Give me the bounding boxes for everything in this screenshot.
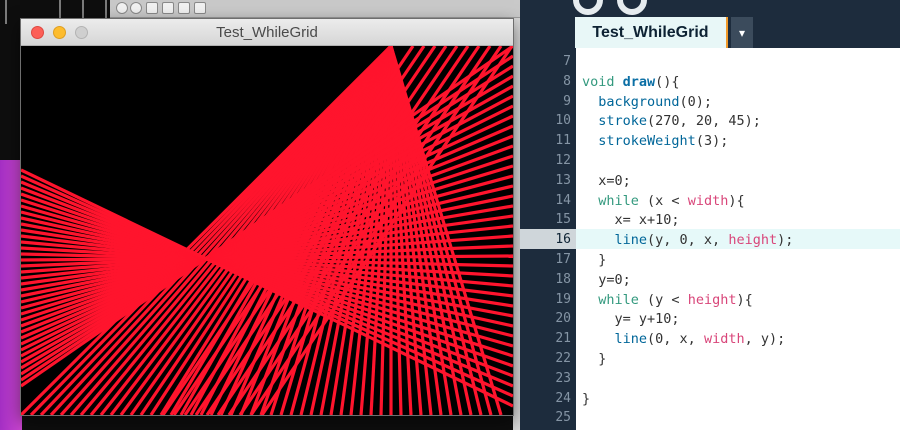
editor-tab-label: Test_WhileGrid xyxy=(592,23,709,41)
code-token: ){ xyxy=(736,291,753,308)
line-number: 17 xyxy=(555,252,571,267)
code-line[interactable]: stroke(270, 20, 45); xyxy=(582,111,761,131)
code-token: height xyxy=(728,232,778,249)
code-token: } xyxy=(582,252,607,268)
open-icon[interactable] xyxy=(162,2,174,14)
new-file-icon[interactable] xyxy=(146,2,158,14)
run-icon[interactable] xyxy=(116,2,128,14)
line-number: 7 xyxy=(563,54,571,69)
code-token: (0); xyxy=(679,93,713,110)
line-number: 23 xyxy=(555,370,571,386)
code-token: x= x+10; xyxy=(582,212,680,229)
code-token: width xyxy=(703,331,745,348)
tab-menu-button[interactable]: ▾ xyxy=(731,17,753,48)
code-token: ); xyxy=(777,232,794,249)
sketch-canvas xyxy=(21,46,513,415)
background-app-edge xyxy=(0,160,22,430)
code-token: } xyxy=(582,351,607,367)
code-token: ){ xyxy=(728,192,745,209)
sketch-window: Test_WhileGrid xyxy=(20,18,514,416)
code-line[interactable]: y=0; xyxy=(582,270,631,290)
code-line[interactable]: y= y+10; xyxy=(582,309,680,329)
line-number: 11 xyxy=(555,133,571,149)
code-token: height xyxy=(687,291,737,308)
code-line[interactable]: while (x < width){ xyxy=(582,191,745,211)
line-number: 24 xyxy=(555,390,571,406)
code-line[interactable]: void draw(){ xyxy=(582,72,680,92)
code-line[interactable]: x= x+10; xyxy=(582,210,680,230)
code-token: (0, x, xyxy=(647,331,704,348)
code-token: line xyxy=(614,232,648,249)
code-token: while xyxy=(598,291,639,308)
code-token: , y); xyxy=(744,331,786,348)
code-token: stroke xyxy=(598,113,648,130)
line-number: 20 xyxy=(555,311,571,327)
code-token: strokeWeight xyxy=(598,133,696,150)
code-token: (){ xyxy=(655,73,680,90)
code-token: (y < xyxy=(638,291,688,308)
window-title: Test_WhileGrid xyxy=(216,24,318,41)
line-number: 16 xyxy=(555,232,571,248)
code-token: width xyxy=(687,192,729,209)
line-number: 9 xyxy=(563,93,571,109)
code-token: (y, 0, x, xyxy=(647,232,729,249)
window-titlebar[interactable]: Test_WhileGrid xyxy=(21,19,513,46)
stop-icon[interactable] xyxy=(130,2,142,14)
code-token: while xyxy=(598,192,639,209)
code-token: line xyxy=(614,331,648,348)
line-number: 18 xyxy=(555,271,571,287)
code-line[interactable]: } xyxy=(582,250,606,270)
code-line[interactable]: x=0; xyxy=(582,171,631,191)
line-number: 10 xyxy=(555,113,571,129)
chevron-down-icon: ▾ xyxy=(738,25,746,40)
line-number: 22 xyxy=(555,351,571,366)
code-token: (270, 20, 45); xyxy=(647,113,761,130)
line-number: 14 xyxy=(555,192,571,208)
line-number: 15 xyxy=(555,212,571,228)
code-token: void xyxy=(582,73,623,90)
code-line[interactable]: strokeWeight(3); xyxy=(582,131,728,151)
code-token: x=0; xyxy=(582,172,631,189)
code-token: y=0; xyxy=(582,271,631,288)
editor-tab[interactable]: Test_WhileGrid xyxy=(575,17,728,48)
code-line[interactable]: while (y < height){ xyxy=(582,290,753,310)
line-number: 12 xyxy=(555,153,571,168)
code-line[interactable]: background(0); xyxy=(582,92,712,112)
line-number: 19 xyxy=(555,291,571,307)
code-line[interactable]: line(y, 0, x, height); xyxy=(582,230,794,250)
line-number: 8 xyxy=(563,73,571,89)
code-line[interactable]: } xyxy=(582,389,590,409)
code-token: (3); xyxy=(695,133,729,150)
export-icon[interactable] xyxy=(194,2,206,14)
code-token: background xyxy=(598,93,680,110)
code-line[interactable]: } xyxy=(582,349,606,369)
code-token: } xyxy=(582,390,591,407)
background-window-edge xyxy=(513,18,520,430)
code-line[interactable]: line(0, x, width, y); xyxy=(582,329,786,349)
code-token: (x < xyxy=(638,192,688,209)
save-icon[interactable] xyxy=(178,2,190,14)
line-number: 21 xyxy=(555,331,571,347)
line-number: 25 xyxy=(555,410,571,426)
background-toolbar xyxy=(110,0,520,18)
code-token: y= y+10; xyxy=(582,311,680,328)
line-number: 13 xyxy=(555,172,571,188)
editor-toolbar-glyphs xyxy=(573,0,647,15)
code-token: draw xyxy=(622,73,656,90)
